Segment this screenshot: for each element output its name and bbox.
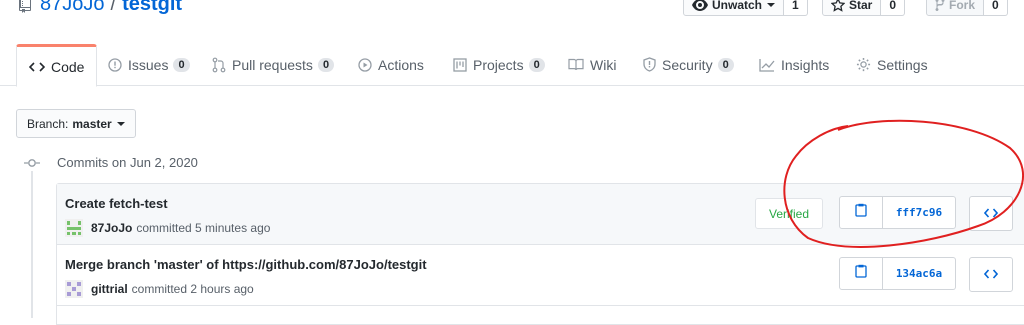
commit-sha-link[interactable]: 134ac6a xyxy=(883,257,956,290)
book-icon xyxy=(568,58,584,71)
commit-time: committed 5 minutes ago xyxy=(136,221,271,235)
commit-message-link[interactable]: Create fetch-test xyxy=(65,196,168,211)
watch-group: Unwatch 1 xyxy=(683,0,808,16)
graph-icon xyxy=(759,58,775,72)
sha-group: 134ac6a xyxy=(839,257,956,290)
avatar[interactable] xyxy=(65,280,83,298)
tab-label: Settings xyxy=(877,56,928,73)
tab-projects[interactable]: Projects 0 xyxy=(453,44,545,85)
commit-list: Create fetch-test 87JoJo committed 5 min… xyxy=(56,183,1024,325)
commit-sha-link[interactable]: fff7c96 xyxy=(883,196,956,229)
tab-counter: 0 xyxy=(317,57,335,72)
clipboard-icon xyxy=(855,264,867,283)
tab-issues[interactable]: Issues 0 xyxy=(108,44,190,85)
project-icon xyxy=(453,57,467,72)
tab-actions[interactable]: Actions xyxy=(358,44,424,85)
tab-counter: 0 xyxy=(173,57,190,72)
repo-title: 87JoJo / testgit xyxy=(18,0,182,16)
star-icon xyxy=(831,0,845,12)
repo-separator: / xyxy=(110,0,117,15)
code-icon xyxy=(29,61,45,73)
clipboard-icon xyxy=(855,203,867,222)
commits-date-heading: Commits on Jun 2, 2020 xyxy=(57,155,198,170)
tab-code[interactable]: Code xyxy=(16,44,98,87)
repo-owner-link[interactable]: 87JoJo xyxy=(40,0,105,16)
tab-label: Actions xyxy=(378,56,424,73)
code-icon xyxy=(983,205,999,223)
unwatch-label: Unwatch xyxy=(712,0,763,12)
shield-icon xyxy=(643,57,656,72)
commit-row: Create fetch-test 87JoJo committed 5 min… xyxy=(57,184,1024,245)
tab-pull-requests[interactable]: Pull requests 0 xyxy=(212,44,335,85)
tab-wiki[interactable]: Wiki xyxy=(568,44,616,85)
repo-icon xyxy=(18,0,32,13)
repo-nav-tabs: Code Issues 0 Pull requests 0 Actions Pr… xyxy=(0,44,1024,87)
verified-badge[interactable]: Verified xyxy=(755,198,823,229)
gear-icon xyxy=(856,57,871,72)
fork-group: Fork 0 xyxy=(926,0,1008,16)
branch-select-button[interactable]: Branch: master xyxy=(16,109,136,138)
commit-meta: 87JoJo committed 5 minutes ago xyxy=(65,219,270,237)
tab-label: Wiki xyxy=(590,56,617,73)
tab-label: Projects xyxy=(473,56,524,73)
star-count[interactable]: 0 xyxy=(881,0,906,16)
star-group: Star 0 xyxy=(822,0,906,16)
copy-sha-button[interactable] xyxy=(839,196,883,229)
commit-meta: gittrial committed 2 hours ago xyxy=(65,280,254,298)
branch-label: Branch: xyxy=(27,116,69,131)
timeline-line xyxy=(31,158,33,318)
tab-label: Code xyxy=(51,58,85,75)
star-label: Star xyxy=(849,0,873,12)
tab-counter: 0 xyxy=(717,57,734,72)
branch-value: master xyxy=(72,116,112,131)
browse-repo-button[interactable] xyxy=(969,257,1013,292)
issue-icon xyxy=(108,57,122,72)
fork-icon xyxy=(935,0,945,12)
commit-group-icon xyxy=(24,155,40,171)
chevron-down-icon xyxy=(116,121,125,126)
avatar[interactable] xyxy=(65,219,83,237)
sha-group: fff7c96 xyxy=(839,196,956,229)
unwatch-button[interactable]: Unwatch xyxy=(683,0,785,16)
commit-author-link[interactable]: 87JoJo xyxy=(91,221,132,235)
play-icon xyxy=(358,57,372,72)
star-button[interactable]: Star xyxy=(822,0,882,16)
chevron-down-icon xyxy=(767,3,776,7)
tab-insights[interactable]: Insights xyxy=(759,44,829,85)
fork-count[interactable]: 0 xyxy=(984,0,1008,16)
tab-counter: 0 xyxy=(528,57,545,72)
watch-count[interactable]: 1 xyxy=(784,0,808,16)
commit-author-link[interactable]: gittrial xyxy=(91,282,128,296)
fork-label: Fork xyxy=(949,0,976,12)
pull-request-icon xyxy=(212,57,226,73)
commit-message-link[interactable]: Merge branch 'master' of https://github.… xyxy=(65,257,427,272)
fork-button[interactable]: Fork xyxy=(926,0,985,16)
commit-row: Merge branch 'master' of https://github.… xyxy=(57,245,1024,306)
tab-label: Security xyxy=(662,56,713,73)
tab-label: Pull requests xyxy=(232,56,313,73)
tab-label: Issues xyxy=(128,56,169,73)
tab-security[interactable]: Security 0 xyxy=(643,44,734,85)
browse-repo-button[interactable] xyxy=(969,196,1013,231)
repo-name-link[interactable]: testgit xyxy=(122,0,182,16)
commit-time: committed 2 hours ago xyxy=(131,282,254,296)
code-icon xyxy=(983,266,999,284)
eye-icon xyxy=(692,0,708,11)
tab-settings[interactable]: Settings xyxy=(856,44,928,85)
tab-label: Insights xyxy=(781,56,830,73)
copy-sha-button[interactable] xyxy=(839,257,883,290)
